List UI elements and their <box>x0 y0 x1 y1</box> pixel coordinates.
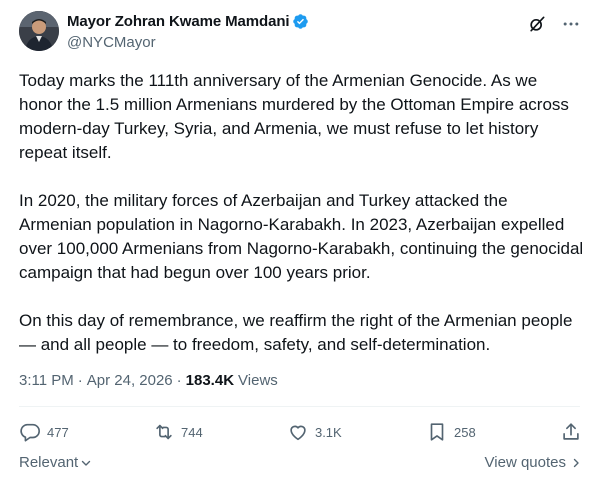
post-date[interactable]: Apr 24, 2026 <box>87 372 173 389</box>
action-bar: 477 744 3.1K 258 <box>19 420 582 444</box>
chevron-right-icon <box>573 458 579 467</box>
header-actions <box>527 14 581 34</box>
author-display-name[interactable]: Mayor Zohran Kwame Mamdani <box>67 13 290 30</box>
more-icon[interactable] <box>561 14 581 34</box>
reply-icon <box>19 421 41 443</box>
author-name-row[interactable]: Mayor Zohran Kwame Mamdani <box>67 13 309 30</box>
tweet-paragraph: In 2020, the military forces of Azerbaij… <box>19 191 584 282</box>
sort-label: Relevant <box>19 454 79 471</box>
reply-button[interactable]: 477 <box>19 421 69 443</box>
sort-dropdown[interactable]: Relevant <box>19 454 92 471</box>
meta-separator: · <box>176 372 182 389</box>
avatar[interactable] <box>19 11 59 51</box>
grok-icon[interactable] <box>527 14 547 34</box>
heart-icon <box>287 421 309 443</box>
tweet-paragraph: Today marks the 111th anniversary of the… <box>19 71 569 162</box>
meta-separator: · <box>77 372 83 389</box>
share-icon <box>560 421 582 443</box>
tweet-meta: 3:11 PM · Apr 24, 2026 · 183.4K Views <box>19 372 278 389</box>
tweet-text: Today marks the 111th anniversary of the… <box>19 69 584 357</box>
tweet-paragraph: On this day of remembrance, we reaffirm … <box>19 311 573 354</box>
post-time[interactable]: 3:11 PM <box>19 372 74 389</box>
chevron-down-icon <box>82 460 91 466</box>
repost-count: 744 <box>180 424 203 440</box>
view-quotes-link[interactable]: View quotes <box>485 454 582 471</box>
bookmark-button[interactable]: 258 <box>426 421 476 443</box>
repost-button[interactable]: 744 <box>153 421 203 443</box>
views-count[interactable]: 183.4K <box>186 372 234 389</box>
divider <box>19 406 580 407</box>
reply-count: 477 <box>47 424 69 440</box>
bookmark-icon <box>426 421 448 443</box>
views-label: Views <box>238 372 278 389</box>
bookmark-count: 258 <box>454 424 476 440</box>
like-button[interactable]: 3.1K <box>287 421 342 443</box>
avatar-image <box>19 11 59 51</box>
author-handle[interactable]: @NYCMayor <box>67 34 156 51</box>
post: Mayor Zohran Kwame Mamdani @NYCMayor Tod… <box>0 0 599 484</box>
like-count: 3.1K <box>314 424 342 440</box>
view-quotes-label: View quotes <box>484 454 566 471</box>
repost-icon <box>153 421 175 443</box>
verified-badge-icon <box>292 13 309 30</box>
share-button[interactable] <box>560 421 582 443</box>
